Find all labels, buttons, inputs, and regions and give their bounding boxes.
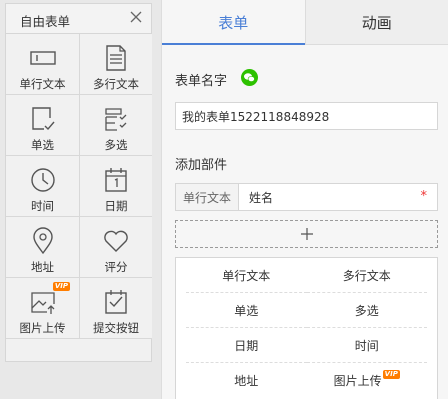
palette-grid: 单行文本 多行文本 单选 多选 时间 日期 地址 评分 VIP 图片上传 提交按…	[6, 34, 152, 339]
type-option-single-line-text[interactable]: 单行文本	[186, 258, 307, 293]
field-type-menu: 单行文本 多行文本 单选 多选 日期 时间 地址 图片上传 VIP	[175, 257, 438, 399]
submit-button-icon	[105, 290, 127, 314]
form-tool-palette: 自由表单 单行文本 多行文本 单选 多选 时间 日期 地址 评分 VIP 图片上…	[5, 3, 152, 362]
type-option-multi-select[interactable]: 多选	[306, 293, 427, 328]
tool-label: 多行文本	[93, 77, 139, 91]
tool-multi-select[interactable]: 多选	[80, 95, 152, 156]
type-option-date[interactable]: 日期	[186, 328, 307, 363]
wechat-icon	[241, 69, 258, 86]
tool-label: 日期	[104, 199, 128, 213]
type-option-image-upload[interactable]: 图片上传 VIP	[307, 363, 428, 398]
tool-single-line-text[interactable]: 单行文本	[6, 34, 80, 95]
multi-select-icon	[105, 108, 127, 131]
form-name-label: 表单名字	[175, 74, 228, 89]
tool-label: 单选	[31, 138, 54, 152]
type-option-address[interactable]: 地址	[186, 363, 307, 398]
panel-tabs: 表单 动画	[162, 0, 448, 45]
palette-title: 自由表单	[20, 14, 71, 29]
field-type-label: 单行文本	[176, 184, 239, 210]
tool-address[interactable]: 地址	[6, 217, 80, 278]
add-field-button[interactable]	[175, 220, 438, 248]
tool-date[interactable]: 日期	[80, 156, 152, 217]
tool-radio-select[interactable]: 单选	[6, 95, 80, 156]
tool-multi-line-text[interactable]: 多行文本	[80, 34, 152, 95]
field-type-grid: 单行文本 多行文本 单选 多选 日期 时间 地址 图片上传 VIP	[176, 258, 437, 398]
tool-label: 提交按钮	[93, 321, 139, 335]
type-option-label: 单选	[234, 303, 259, 318]
field-row[interactable]: 单行文本 姓名 *	[175, 183, 438, 211]
tab-form[interactable]: 表单	[162, 0, 306, 45]
type-option-label: 图片上传	[333, 374, 382, 388]
tab-animation[interactable]: 动画	[306, 0, 448, 44]
palette-header: 自由表单	[6, 4, 151, 34]
calendar-icon	[105, 168, 127, 192]
tool-label: 地址	[31, 260, 54, 274]
add-component-label: 添加部件	[175, 158, 228, 173]
tool-label: 多选	[104, 138, 128, 152]
form-name-input[interactable]	[175, 102, 438, 130]
tool-image-upload[interactable]: VIP 图片上传	[6, 278, 80, 339]
type-option-label: 多行文本	[342, 268, 391, 283]
tool-label: 图片上传	[19, 321, 66, 335]
tool-rating[interactable]: 评分	[80, 217, 152, 278]
type-option-radio[interactable]: 单选	[186, 293, 307, 328]
field-name-input[interactable]: 姓名	[239, 184, 437, 210]
vip-badge: VIP	[52, 282, 70, 291]
form-settings-panel: 表单 动画 表单名字 添加部件 单行文本 姓名 * 单行文本 多行文本 单选 多…	[161, 0, 448, 399]
heart-icon	[104, 230, 128, 252]
required-asterisk: *	[420, 189, 428, 204]
multi-line-text-icon	[106, 45, 126, 71]
tool-time[interactable]: 时间	[6, 156, 80, 217]
tool-label: 时间	[31, 199, 54, 213]
tool-submit-button[interactable]: 提交按钮	[80, 278, 152, 339]
radio-select-icon	[31, 107, 55, 131]
plus-icon	[300, 228, 313, 240]
type-option-label: 多选	[354, 303, 379, 318]
location-pin-icon	[32, 227, 53, 255]
type-option-label: 地址	[234, 374, 259, 388]
type-option-time[interactable]: 时间	[306, 328, 427, 363]
tool-label: 评分	[104, 260, 128, 274]
type-option-multi-line-text[interactable]: 多行文本	[306, 258, 427, 293]
clock-icon	[30, 168, 55, 192]
tool-label: 单行文本	[19, 77, 66, 91]
close-icon[interactable]	[129, 10, 143, 24]
image-upload-icon	[30, 292, 55, 314]
type-option-label: 日期	[234, 338, 259, 353]
type-option-label: 时间	[354, 338, 379, 353]
vip-badge: VIP	[382, 370, 400, 379]
single-line-text-icon	[29, 51, 56, 65]
type-option-label: 单行文本	[222, 268, 271, 283]
